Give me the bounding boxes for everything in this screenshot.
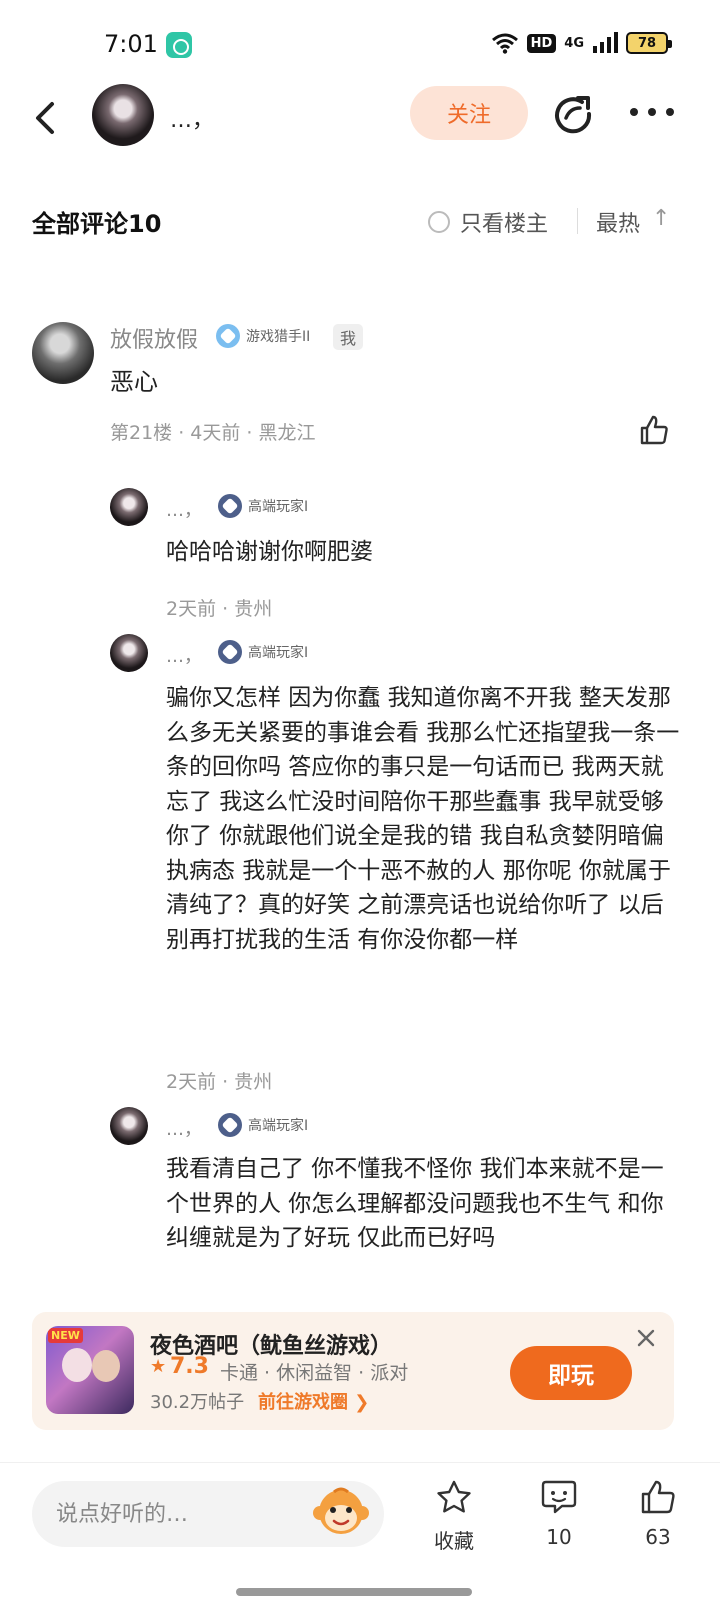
game-thumbnail[interactable]: NEW <box>46 1326 134 1414</box>
commenter-avatar[interactable] <box>32 322 94 384</box>
monkey-emoji-icon[interactable] <box>312 1483 370 1541</box>
level-text: 游戏猎手II <box>246 329 311 345</box>
reply-meta: 2天前 · 贵州 <box>166 1071 273 1093</box>
signal-icon <box>592 32 618 54</box>
home-indicator[interactable] <box>236 1588 472 1596</box>
author-avatar[interactable] <box>92 84 154 146</box>
radio-icon[interactable] <box>428 211 450 233</box>
reply-text: 我看清自己了 你不懂我不怪你 我们本来就不是一个世界的人 你怎么理解都没问题我也… <box>166 1156 664 1251</box>
status-icons: HD 4G 78 <box>491 32 672 54</box>
play-button[interactable]: 即玩 <box>510 1346 632 1400</box>
network-type: 4G <box>564 35 584 51</box>
level-icon <box>218 494 242 518</box>
game-post-count: 30.2万帖子 <box>150 1392 245 1413</box>
hd-badge: HD <box>526 33 557 53</box>
reply-text: 哈哈哈谢谢你啊肥婆 <box>166 539 373 565</box>
share-icon[interactable] <box>552 92 594 134</box>
comment-meta: 第21楼 · 4天前 · 黑龙江 <box>110 422 316 444</box>
level-text: 高端玩家I <box>248 645 309 661</box>
author-name[interactable]: …， <box>170 102 214 134</box>
like-count: 63 <box>645 1525 671 1549</box>
commenter-name[interactable]: 放假放假 <box>110 322 198 354</box>
back-arrow-icon[interactable] <box>30 98 62 138</box>
post-header: …， 关注 <box>0 78 720 154</box>
game-circle-link[interactable]: 前往游戏圈 ❯ <box>258 1388 369 1414</box>
sort-more-option[interactable]: ↑L <box>652 206 672 231</box>
level-icon <box>218 1113 242 1137</box>
comments-title: 全部评论10 <box>32 210 162 238</box>
more-options-icon[interactable] <box>630 108 674 118</box>
comment-text: 恶心 <box>110 368 158 396</box>
reply-avatar[interactable] <box>110 1107 148 1145</box>
level-badge: 游戏猎手II <box>216 324 310 348</box>
me-tag: 我 <box>333 324 363 350</box>
level-icon <box>216 324 240 348</box>
only-host-toggle[interactable]: 只看楼主 <box>428 206 548 238</box>
follow-button[interactable]: 关注 <box>410 86 528 140</box>
favorite-label: 收藏 <box>434 1529 474 1553</box>
reply-name[interactable]: …， <box>166 642 202 668</box>
new-tag: NEW <box>48 1328 83 1343</box>
game-tags: 卡通 · 休闲益智 · 派对 <box>220 1362 409 1384</box>
close-icon[interactable] <box>636 1328 656 1348</box>
star-outline-icon <box>435 1479 473 1519</box>
level-icon <box>218 640 242 664</box>
only-host-label: 只看楼主 <box>460 212 549 237</box>
comments-button[interactable]: 10 <box>527 1479 591 1549</box>
reply-name[interactable]: …， <box>166 1115 202 1141</box>
level-badge: 高端玩家I <box>218 1113 308 1137</box>
game-rating: 7.3 <box>170 1354 209 1379</box>
reply-name[interactable]: …， <box>166 496 202 522</box>
app-notification-icon <box>166 32 192 58</box>
wifi-icon <box>491 32 519 54</box>
level-text: 高端玩家I <box>248 1118 309 1134</box>
game-promo-card[interactable]: NEW 夜色酒吧（鱿鱼丝游戏） ★ 7.3 卡通 · 休闲益智 · 派对 30.… <box>32 1312 674 1430</box>
battery-indicator: 78 <box>626 32 672 54</box>
star-icon: ★ <box>150 1356 167 1377</box>
status-time: 7:01 <box>104 30 158 58</box>
level-badge: 高端玩家I <box>218 640 308 664</box>
status-bar: 7:01 HD 4G 78 <box>0 0 720 90</box>
favorite-button[interactable]: 收藏 <box>422 1479 486 1554</box>
thumbs-up-icon[interactable] <box>638 414 670 446</box>
reply-meta: 2天前 · 贵州 <box>166 598 273 620</box>
thumbs-up-icon <box>639 1479 677 1519</box>
reply-text: 骗你又怎样 因为你蠢 我知道你离不开我 整天发那么多无关紧要的事谁会看 我那么忙… <box>166 685 680 953</box>
reply-avatar[interactable] <box>110 488 148 526</box>
reply-avatar[interactable] <box>110 634 148 672</box>
comment-bubble-icon <box>540 1479 578 1519</box>
bottom-action-bar: 收藏 10 63 <box>0 1462 720 1600</box>
sort-hot-option[interactable]: 最热 <box>596 206 640 238</box>
divider <box>577 208 578 234</box>
level-badge: 高端玩家I <box>218 494 308 518</box>
comment-count: 10 <box>546 1525 572 1549</box>
level-text: 高端玩家I <box>248 499 309 515</box>
like-button[interactable]: 63 <box>626 1479 690 1549</box>
